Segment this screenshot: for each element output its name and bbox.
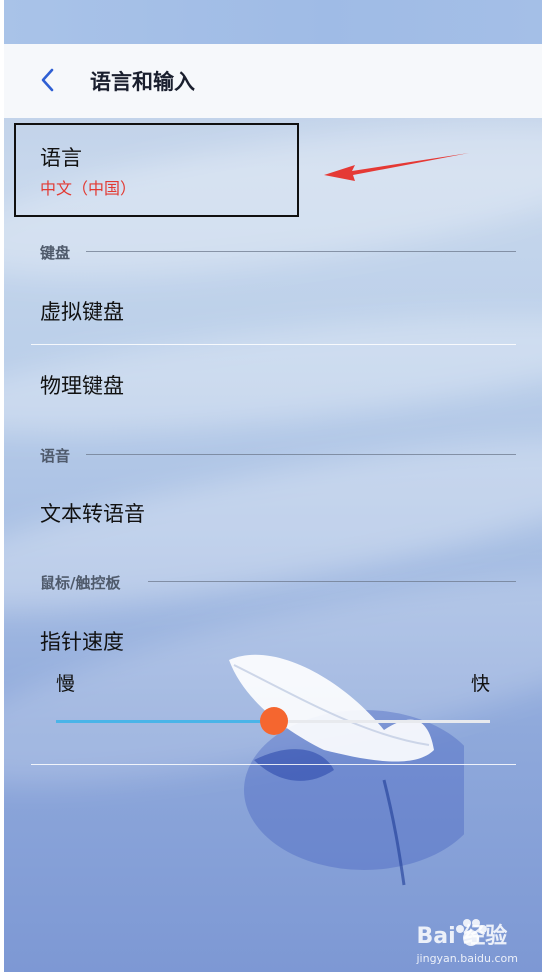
virtual-keyboard-item[interactable]: 虚拟键盘 [40, 296, 124, 326]
page-title: 语言和输入 [90, 70, 195, 94]
language-label: 语言 [40, 146, 82, 170]
row-divider [31, 764, 516, 765]
section-header-pointer: 鼠标/触控板 [40, 574, 121, 592]
watermark: Bai 经验 jingyan.baidu.com [416, 918, 518, 965]
section-divider [86, 251, 516, 252]
back-button[interactable] [34, 65, 64, 95]
slider-max-label: 快 [471, 673, 491, 695]
section-header-keyboard: 键盘 [40, 244, 71, 262]
physical-keyboard-item[interactable]: 物理键盘 [40, 370, 124, 400]
section-divider [148, 581, 516, 582]
language-value: 中文（中国） [40, 179, 137, 198]
text-to-speech-item[interactable]: 文本转语音 [40, 498, 145, 528]
slider-track-filled[interactable] [56, 720, 274, 723]
section-header-speech: 语音 [40, 447, 71, 465]
annotation-arrow [324, 153, 469, 181]
watermark-url: jingyan.baidu.com [416, 952, 518, 965]
feather-wallpaper-image [229, 654, 464, 886]
status-bar [4, 0, 542, 44]
chevron-left-icon [41, 68, 54, 92]
slider-track-empty[interactable] [274, 720, 490, 723]
screen-frame: 语言和输入 语言 中文（中国） 键盘 虚拟键盘 物理键盘 语音 文本转语音 鼠标… [4, 0, 542, 972]
watermark-brand: Bai 经验 [416, 924, 508, 949]
pointer-speed-item: 指针速度 [40, 630, 124, 654]
slider-min-label: 慢 [56, 673, 76, 695]
section-divider [86, 454, 516, 455]
slider-thumb[interactable] [260, 707, 288, 735]
row-divider [31, 344, 516, 345]
app-bar: 语言和输入 [4, 44, 542, 118]
